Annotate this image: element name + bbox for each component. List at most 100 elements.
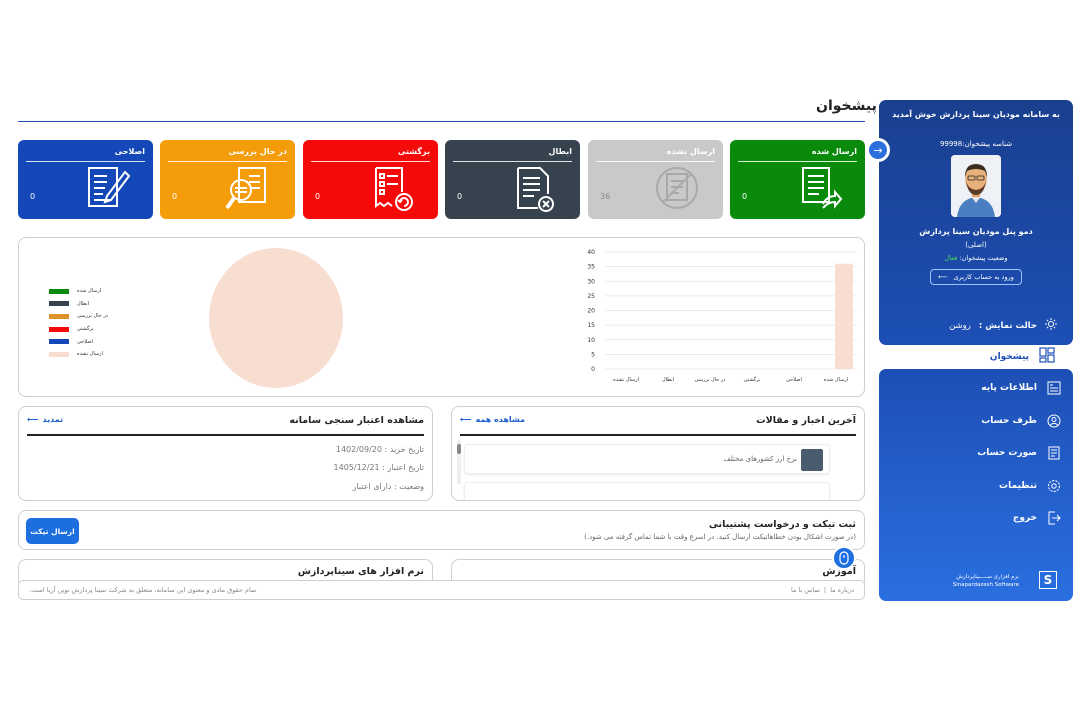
nav-panel: اطلاعات پایه طرف حساب صورت حساب تنظیمات … [879, 369, 1073, 601]
legend-label: اصلاحی [77, 338, 93, 345]
counterparty-icon [1047, 414, 1061, 428]
dashboard-icon [1039, 347, 1055, 367]
validity-status: وضعیت : دارای اعتبار [352, 482, 424, 491]
card-divider [453, 161, 572, 162]
legend-item: ارسال شده [49, 285, 108, 298]
status-label: وضعیت پیشخوان: [959, 254, 1008, 262]
legend-label: در حال بررسی [77, 313, 108, 320]
settings-icon [1047, 479, 1061, 493]
stat-card-label: در حال بررسی [228, 147, 287, 156]
y-tick-label: 10 [587, 337, 595, 344]
arrow-left-icon: ⟵ [27, 415, 39, 424]
renew-link[interactable]: ⟵ تمدید [27, 415, 63, 424]
stat-card-label: اصلاحی [114, 147, 145, 156]
footer-separator: | [823, 586, 827, 594]
validity-panel: مشاهده اعتبار سنجی سامانه ⟵ تمدید تاریخ خ… [18, 406, 433, 501]
card-divider [168, 161, 287, 162]
sidebar-item-label: طرف حساب [981, 416, 1037, 426]
sidebar-item-settings[interactable]: تنظیمات [999, 479, 1061, 493]
user-name: دمو پنل مودیان سینا پردازش [919, 227, 1033, 236]
chatbot-icon [839, 551, 849, 565]
x-tick-label: ارسال شده [824, 377, 848, 383]
welcome-text: به سامانه مودیان سینا پردازش خوش آمدید [892, 110, 1060, 119]
y-tick-label: 20 [587, 308, 595, 315]
legend-swatch [49, 313, 69, 319]
pie-legend: ارسال شده ابطال در حال بررسی برگشتی اصلا… [49, 285, 108, 361]
logout-icon [1047, 511, 1061, 525]
legend-item: اصلاحی [49, 335, 108, 348]
stat-card-label: ابطال [548, 147, 572, 156]
sidebar-item-invoice[interactable]: صورت حساب [977, 446, 1061, 460]
stat-card-label: برگشتی [397, 147, 430, 156]
bar-chart: 0 5 10 15 20 25 30 35 40 ارسال شده اصلاحی برگشتی در … [587, 249, 857, 383]
view-all-link[interactable]: ⟵ مشاهده همه [460, 415, 525, 424]
y-tick-label: 25 [587, 293, 595, 300]
x-tick-label: برگشتی [744, 376, 761, 383]
basic-info-icon [1047, 381, 1061, 395]
sidebar-item-logout[interactable]: خروج [1013, 511, 1061, 525]
stat-card-count: 0 [30, 192, 36, 201]
legend-swatch [49, 351, 69, 357]
panel-divider [27, 434, 424, 436]
brand-text: نرم افزاری ســـــیناپردازش Sinapardazesh… [953, 573, 1019, 590]
stat-card-count: 0 [172, 192, 178, 201]
title-divider [18, 121, 865, 122]
copyright-text: تمام حقوق مادی و معنوی این سامانه، متعلق… [29, 586, 257, 594]
sidebar-collapse-button[interactable]: → [866, 138, 890, 162]
contact-link[interactable]: تماس با ما [791, 586, 820, 594]
legend-item: برگشتی [49, 323, 108, 336]
stat-card-cancelled[interactable]: ابطال 0 [445, 140, 580, 219]
purchase-date: تاریخ خرید : 1402/09/20 [335, 445, 424, 454]
y-tick-label: 35 [587, 264, 595, 271]
sidebar-item-label: اطلاعات پایه [981, 383, 1037, 393]
x-tick-label: ابطال [662, 377, 674, 383]
view-all-label: مشاهده همه [475, 415, 526, 424]
legend-label: برگشتی [77, 326, 94, 333]
panel-divider [460, 434, 856, 436]
sidebar-item-basic-info[interactable]: اطلاعات پایه [981, 381, 1061, 395]
sidebar-item-counterparty[interactable]: طرف حساب [981, 414, 1061, 428]
y-tick-label: 40 [587, 249, 595, 256]
stat-card-count: 0 [315, 192, 321, 201]
arrow-right-icon: → [869, 141, 887, 159]
sidebar-item-dashboard[interactable]: پیشخوان [879, 345, 1063, 369]
display-mode-label: حالت نمایش : [978, 320, 1037, 331]
about-link[interactable]: درباره ما [830, 586, 854, 594]
cancel-document-icon [517, 167, 554, 212]
page-title: پیشخوان [816, 98, 877, 114]
card-divider [26, 161, 145, 162]
user-role: (اصلی) [965, 241, 987, 249]
legend-item: در حال بررسی [49, 310, 108, 323]
card-divider [738, 161, 857, 162]
avatar [951, 155, 1001, 217]
card-divider [311, 161, 430, 162]
news-scrollbar-thumb[interactable] [457, 444, 461, 454]
display-mode-toggle[interactable]: حالت نمایش : روشن [949, 318, 1057, 333]
edit-document-icon [88, 167, 131, 207]
news-item-title: نرخ ارز کشورهای مختلف [723, 455, 797, 463]
legend-swatch [49, 339, 69, 345]
stat-card-sent[interactable]: ارسال شده 0 [730, 140, 865, 219]
footer: تمام حقوق مادی و معنوی این سامانه، متعلق… [18, 580, 865, 600]
login-account-button[interactable]: ورود به حساب کاربری ⟵ [930, 269, 1022, 285]
charts-panel: ارسال شده ابطال در حال بررسی برگشتی اصلا… [18, 237, 865, 397]
legend-label: ابطال [77, 300, 90, 307]
profile-card: به سامانه مودیان سینا پردازش خوش آمدید ش… [879, 100, 1073, 345]
support-chat-button[interactable] [832, 546, 856, 570]
taxpayer-id: شناسه پیشخوان:99998 [939, 140, 1013, 148]
stat-card-returned[interactable]: برگشتی 0 [303, 140, 438, 219]
news-panel: آخرین اخبار و مقالات ⟵ مشاهده همه نرخ ارز… [451, 406, 865, 501]
ticket-panel: ثبت تیکت و درخواست پشتیبانی (در صورت اشک… [18, 510, 865, 550]
status-value: فعال [944, 254, 958, 262]
legend-swatch [49, 301, 69, 307]
send-ticket-button[interactable]: ارسال تیکت [26, 518, 79, 544]
stat-card-corrective[interactable]: اصلاحی 0 [18, 140, 153, 219]
stat-card-count: 0 [457, 192, 463, 201]
list-item[interactable]: نرخ ارز کشورهای مختلف [464, 444, 830, 474]
list-item[interactable] [464, 482, 830, 500]
pie-slice [209, 248, 343, 388]
stat-card-reviewing[interactable]: در حال بررسی 0 [160, 140, 295, 219]
sidebar-item-label: خروج [1012, 513, 1037, 523]
legend-swatch [49, 326, 69, 332]
stat-card-unsent[interactable]: ارسال نشده 36 [588, 140, 723, 219]
